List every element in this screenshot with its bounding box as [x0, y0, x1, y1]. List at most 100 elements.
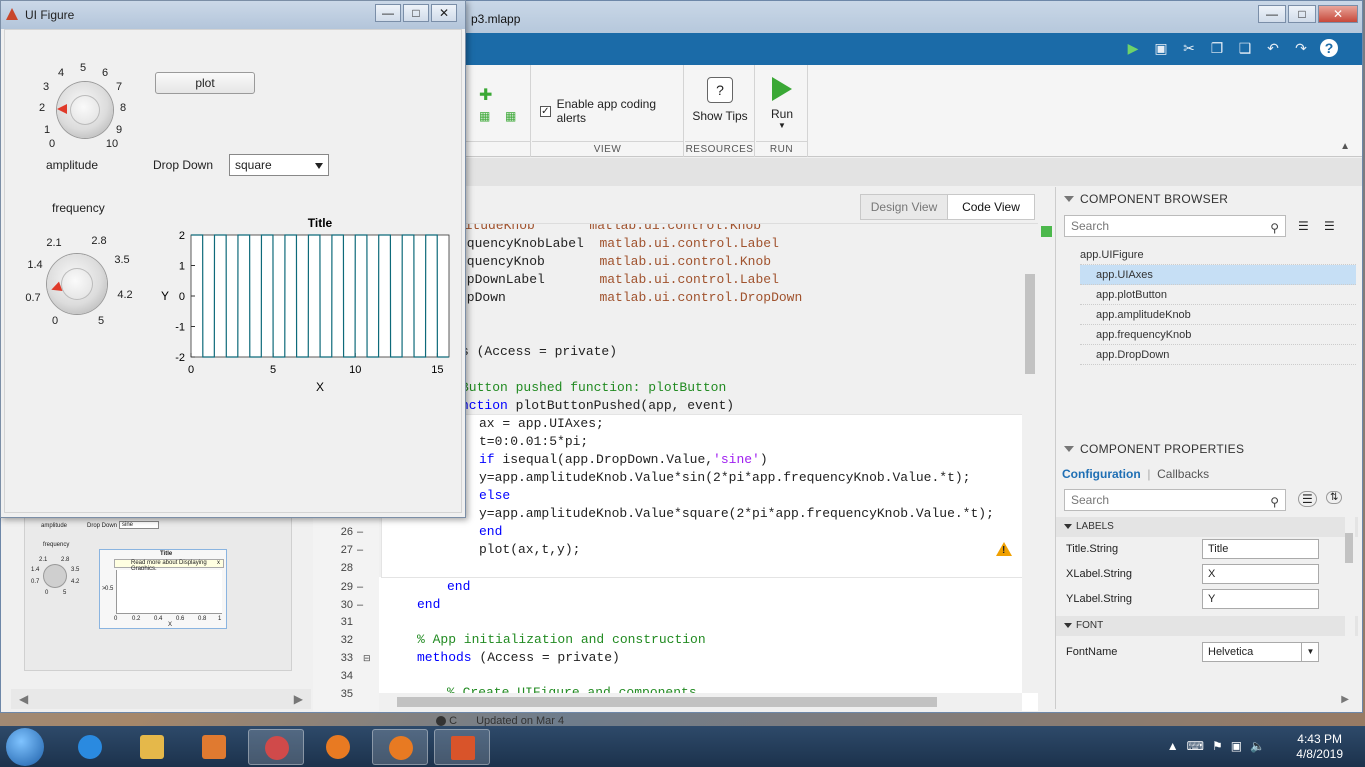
tree-item[interactable]: app.frequencyKnob	[1080, 325, 1356, 345]
scroll-left-icon[interactable]: ◀	[19, 692, 28, 706]
editor-vertical-scrollbar[interactable]	[1022, 224, 1038, 693]
component-search-input[interactable]: Search ⚲	[1064, 215, 1286, 237]
code-line: if isequal(app.DropDown.Value,'sine')	[479, 452, 768, 467]
taskbar-media-player[interactable]	[186, 729, 242, 765]
tab-design-view[interactable]: Design View	[861, 195, 947, 219]
flag-icon[interactable]: ⚑	[1212, 739, 1223, 753]
add-icon[interactable]: ▦	[479, 109, 490, 123]
knob-tick: 6	[101, 67, 109, 79]
thumb-frequency-label: frequency	[43, 542, 70, 548]
taskbar-internet-explorer[interactable]	[62, 729, 118, 765]
close-icon[interactable]: x	[217, 560, 220, 566]
grouped-view-icon[interactable]: ☰	[1298, 491, 1317, 507]
taskbar-clock[interactable]: 4:43 PM 4/8/2019	[1296, 732, 1343, 762]
plot-button[interactable]: plot	[155, 72, 255, 94]
sort-az-icon[interactable]: ⇅	[1326, 491, 1343, 504]
ie-icon	[78, 735, 102, 759]
chevron-down-icon[interactable]: ▼	[752, 121, 812, 130]
taskbar-firefox[interactable]	[310, 729, 366, 765]
windows-taskbar: ▲ ⌨ ⚑ ▣ 🔈 4:43 PM 4/8/2019	[0, 726, 1365, 767]
scroll-right-icon[interactable]: ▶	[294, 692, 303, 706]
show-tips-button[interactable]: ? Show Tips	[690, 77, 750, 123]
collapse-ribbon-icon[interactable]: ▲	[1340, 141, 1350, 152]
taskbar-snipping-tool[interactable]	[248, 729, 304, 765]
maximize-button[interactable]: □	[1288, 5, 1316, 23]
tree-view-icon[interactable]: ☰	[1298, 219, 1309, 233]
component-properties-header[interactable]: COMPONENT PROPERTIES	[1056, 437, 1358, 461]
insert-icon[interactable]: ✚	[479, 85, 492, 105]
fold-icon[interactable]: ⊟	[363, 649, 371, 667]
preview-scrollbar[interactable]: ◀ ▶	[11, 689, 311, 709]
close-button[interactable]: ✕	[431, 4, 457, 22]
ribbon-section-label: RUN	[756, 141, 807, 157]
thumb-axes[interactable]: Title Read more about Displaying Graphic…	[99, 549, 227, 629]
coding-alerts-checkbox[interactable]: ✓ Enable app coding alerts	[540, 97, 683, 125]
amplitude-knob[interactable]	[57, 82, 113, 138]
waveform-dropdown[interactable]: square	[229, 154, 329, 176]
firefox-icon	[326, 735, 350, 759]
redo-icon[interactable]: ↷	[1292, 39, 1310, 57]
right-panel: COMPONENT BROWSER Search ⚲ ☰ ☰ app.UIFig…	[1055, 187, 1358, 709]
title-string-field[interactable]: Title	[1202, 539, 1319, 559]
figure-title: UI Figure	[25, 8, 75, 22]
tab-configuration[interactable]: Configuration	[1062, 467, 1141, 481]
ui-figure-window: UI Figure — □ ✕ 0 1 2 3 4 5 6 7 8 9 10 a…	[0, 0, 466, 518]
thumb-tick: 1.4	[31, 567, 40, 573]
show-hidden-icons-icon[interactable]: ▲	[1167, 739, 1179, 753]
tab-code-view[interactable]: Code View	[947, 195, 1034, 219]
tree-item[interactable]: app.plotButton	[1080, 285, 1356, 305]
ui-axes[interactable]: TitleXY210-1-20 5 10 15	[155, 215, 455, 405]
taskbar-firefox-2[interactable]	[372, 729, 428, 765]
code-area[interactable]: plitudeKnob matlab.ui.control.Knob equen…	[379, 223, 1022, 700]
group-labels[interactable]: LABELS	[1056, 517, 1358, 537]
ylabel-string-field[interactable]: Y	[1202, 589, 1319, 609]
list-view-icon[interactable]: ☰	[1324, 219, 1335, 233]
frequency-knob[interactable]	[47, 254, 107, 314]
keyboard-icon[interactable]: ⌨	[1187, 739, 1204, 753]
cut-icon[interactable]: ✂	[1180, 39, 1198, 57]
paste-icon[interactable]: ❑	[1236, 39, 1254, 57]
code-line: t=0:0.01:5*pi;	[479, 434, 589, 449]
add-item-icon[interactable]: ▦	[505, 109, 516, 123]
group-font[interactable]: FONT	[1056, 616, 1358, 636]
tree-item-selected[interactable]: app.UIAxes	[1080, 265, 1356, 285]
minimize-button[interactable]: —	[1258, 5, 1286, 23]
code-line: plitudeKnob matlab.ui.control.Knob	[449, 223, 762, 233]
tree-item[interactable]: app.UIFigure	[1080, 245, 1356, 265]
checkbox-icon[interactable]: ✓	[540, 105, 551, 117]
scroll-right-icon[interactable]: ▶	[1341, 694, 1349, 705]
code-analyzer-status-icon[interactable]	[1041, 226, 1052, 237]
volume-icon[interactable]: 🔈	[1250, 739, 1265, 753]
run-button[interactable]: Run ▼	[752, 77, 812, 130]
tree-item[interactable]: app.amplitudeKnob	[1080, 305, 1356, 325]
frequency-label: frequency	[52, 201, 105, 215]
editable-code-region[interactable]	[382, 415, 1022, 577]
editor-horizontal-scrollbar[interactable]	[379, 693, 1022, 711]
scroll-thumb[interactable]	[1025, 274, 1035, 374]
taskbar-matlab[interactable]	[434, 729, 490, 765]
taskbar-file-explorer[interactable]	[124, 729, 180, 765]
scroll-thumb[interactable]	[397, 697, 937, 707]
save-icon[interactable]: ▣	[1152, 39, 1170, 57]
copy-icon[interactable]: ❐	[1208, 39, 1226, 57]
component-browser-header[interactable]: COMPONENT BROWSER	[1056, 187, 1357, 211]
start-button[interactable]	[6, 728, 44, 766]
close-button[interactable]: ✕	[1318, 5, 1358, 23]
tree-item[interactable]: app.DropDown	[1080, 345, 1356, 365]
tab-callbacks[interactable]: Callbacks	[1157, 467, 1209, 481]
xlabel-string-field[interactable]: X	[1202, 564, 1319, 584]
property-search-input[interactable]: Search ⚲	[1064, 489, 1286, 511]
run-icon[interactable]: ▶	[1124, 39, 1142, 57]
chevron-down-icon[interactable]: ▼	[1301, 643, 1319, 661]
help-icon[interactable]: ?	[1320, 39, 1338, 57]
properties-scrollbar[interactable]	[1345, 517, 1355, 677]
knob-tick: 2	[38, 102, 46, 114]
undo-icon[interactable]: ↶	[1264, 39, 1282, 57]
minimize-button[interactable]: —	[375, 4, 401, 22]
maximize-button[interactable]: □	[403, 4, 429, 22]
figure-thumbnail[interactable]: amplitude Drop Down sine frequency 2.1 2…	[24, 516, 292, 671]
code-line: opDownLabel	[459, 272, 600, 287]
line-number: 30	[340, 599, 353, 611]
help-icon: ?	[707, 77, 733, 103]
network-icon[interactable]: ▣	[1231, 739, 1242, 753]
